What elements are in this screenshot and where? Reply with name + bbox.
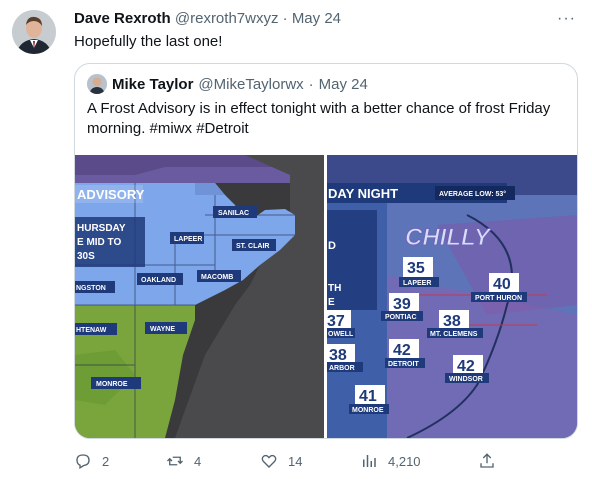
chilly-badge: CHILLY	[405, 224, 492, 251]
reply-count: 2	[102, 453, 110, 469]
county-label: SANILAC	[218, 210, 249, 217]
county-label: LAPEER	[174, 236, 202, 243]
temp-value: 41	[359, 388, 377, 405]
separator: ·	[282, 10, 288, 27]
more-icon[interactable]: ···	[557, 10, 576, 28]
county-label: OAKLAND	[141, 277, 176, 284]
reply-icon	[76, 454, 90, 469]
map-right-side-3: E	[328, 297, 335, 308]
temp-city: PONTIAC	[385, 314, 417, 321]
temp-value: 39	[393, 296, 411, 313]
quoted-text: A Frost Advisory is in effect tonight wi…	[87, 100, 551, 137]
temp-city: LAPEER	[403, 280, 431, 287]
temp-value: 38	[443, 313, 461, 330]
share-button[interactable]	[478, 452, 496, 470]
retweet-icon	[167, 456, 183, 466]
avatar[interactable]	[12, 10, 56, 54]
temp-city: OWELL	[328, 331, 354, 338]
map-left-info-3: 30S	[77, 251, 95, 262]
map-right-banner: DAY NIGHT	[328, 186, 398, 201]
county-label: MACOMB	[201, 274, 233, 281]
retweet-button[interactable]: 4	[166, 452, 201, 470]
like-button[interactable]: 14	[260, 452, 302, 470]
media-grid: ADVISORY HURSDAY E MID TO 30S SANILAC LA…	[75, 155, 577, 438]
heart-icon	[261, 454, 277, 468]
county-label: WAYNE	[150, 326, 175, 333]
map-left-info-1: HURSDAY	[77, 223, 126, 234]
temp-value: 40	[493, 276, 511, 293]
temp-value: 35	[407, 260, 425, 277]
low-temperature-map[interactable]: DAY NIGHT AVERAGE LOW: 53° D TH E CHILLY…	[327, 155, 577, 438]
share-icon	[480, 453, 494, 468]
quoted-header: Mike Taylor @MikeTaylorwx · May 24	[87, 74, 368, 94]
temp-city: DETROIT	[388, 361, 419, 368]
county-label: HTENAW	[76, 327, 107, 334]
temp-city: MONROE	[352, 407, 384, 414]
quoted-tweet[interactable]: Mike Taylor @MikeTaylorwx · May 24 A Fro…	[74, 63, 578, 439]
temp-city: ARBOR	[329, 365, 355, 372]
quoted-author-name: Mike Taylor	[112, 75, 194, 93]
temp-value: 38	[329, 347, 347, 364]
quoted-date: May 24	[318, 75, 368, 93]
temp-value: 42	[457, 358, 475, 375]
views-button[interactable]: 4,210	[360, 452, 421, 470]
quoted-author-handle: @MikeTaylorwx	[198, 75, 304, 93]
tweet-header: Dave Rexroth @rexroth7wxyz · May 24	[74, 10, 341, 27]
county-label: ST. CLAIR	[236, 243, 269, 250]
author-name[interactable]: Dave Rexroth	[74, 10, 171, 27]
temp-city: WINDSOR	[449, 376, 483, 383]
temp-city: PORT HURON	[475, 295, 522, 302]
tweet-text: Hopefully the last one!	[74, 33, 223, 50]
reply-button[interactable]: 2	[74, 452, 109, 470]
action-bar: 2 4 14 4,210	[74, 452, 574, 472]
temp-value: 37	[327, 313, 345, 330]
author-handle[interactable]: @rexroth7wxyz	[175, 10, 279, 27]
map-left-banner: ADVISORY	[77, 187, 145, 202]
views-count: 4,210	[388, 453, 421, 469]
quoted-separator: ·	[308, 75, 314, 93]
views-chart-icon	[363, 455, 376, 467]
county-label: MONROE	[96, 381, 128, 388]
county-label: NGSTON	[76, 285, 106, 292]
frost-advisory-map[interactable]: ADVISORY HURSDAY E MID TO 30S SANILAC LA…	[75, 155, 324, 438]
map-left-info-2: E MID TO	[77, 237, 121, 248]
quoted-avatar	[87, 74, 107, 94]
like-count: 14	[288, 453, 303, 469]
temp-city: MT. CLEMENS	[430, 331, 478, 338]
tweet-date[interactable]: May 24	[292, 10, 341, 27]
temp-value: 42	[393, 342, 411, 359]
map-right-side-2: TH	[328, 283, 341, 294]
average-low-label: AVERAGE LOW: 53°	[439, 190, 506, 198]
retweet-count: 4	[194, 453, 202, 469]
map-right-side-1: D	[328, 240, 336, 252]
